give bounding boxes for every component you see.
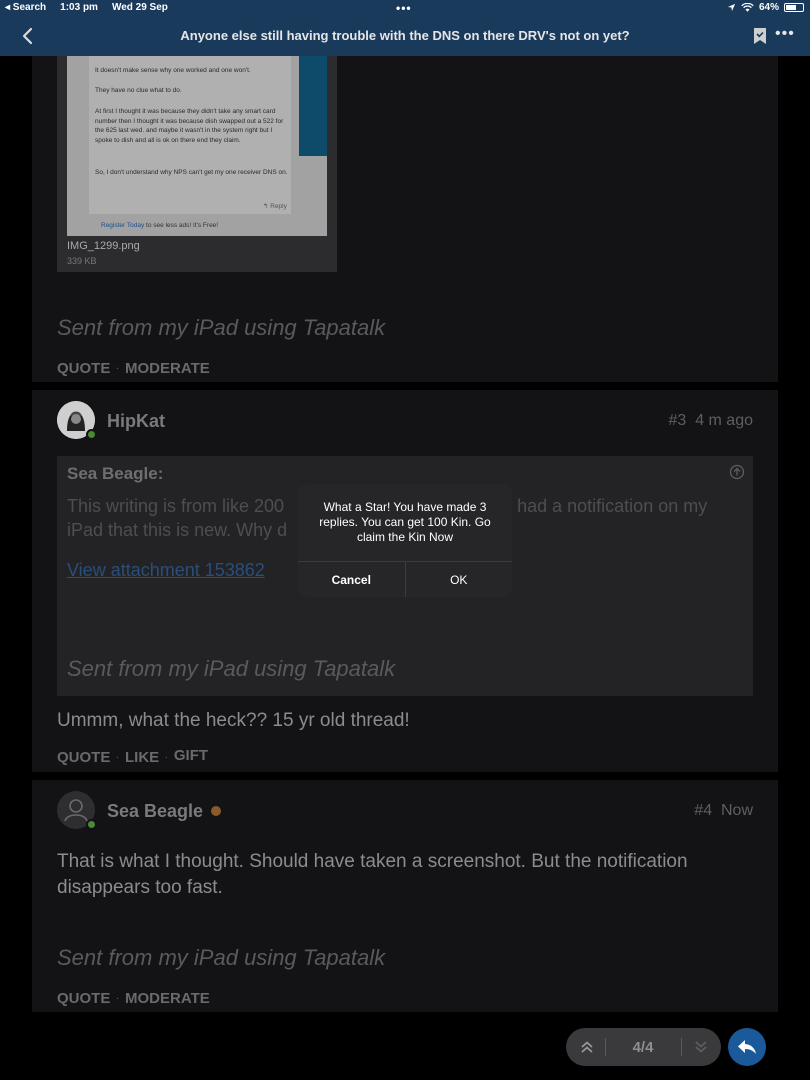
post-time: Now: [720, 802, 753, 819]
cancel-button[interactable]: Cancel: [298, 562, 406, 597]
dialog-buttons: Cancel OK: [298, 561, 512, 597]
quote-button[interactable]: QUOTE: [57, 990, 110, 1007]
status-date: Wed 29 Sep: [111, 2, 168, 13]
ok-button[interactable]: OK: [406, 562, 513, 597]
attachment-thumbnail[interactable]: It doesn't make sense why one worked and…: [67, 56, 327, 236]
kin-reward-dialog: What a Star! You have made 3 replies. Yo…: [298, 484, 512, 597]
post-meta: #4 Now: [694, 802, 753, 820]
attachment-filename: IMG_1299.png: [67, 240, 140, 252]
thread-title: Anyone else still having trouble with th…: [180, 28, 630, 43]
post-actions: QUOTE · MODERATE: [57, 360, 210, 377]
post-username[interactable]: HipKat: [107, 411, 165, 432]
back-chevron-icon[interactable]: [16, 24, 40, 48]
status-time: 1:03 pm: [60, 2, 98, 13]
quote-text-part: iPad that this is new. Why d: [67, 520, 288, 540]
page-count[interactable]: 4/4: [606, 1039, 680, 1056]
quote-author: Sea Beagle:: [67, 464, 164, 483]
screenshot-register-link: Register Today: [101, 222, 145, 229]
screenshot-sidebar: [299, 56, 327, 156]
nav-bar: Anyone else still having trouble with th…: [0, 18, 810, 56]
action-separator: ·: [165, 753, 168, 762]
reply-button[interactable]: [728, 1028, 766, 1066]
bookmark-check-icon[interactable]: [752, 27, 768, 45]
screenshot-register-text: to see less ads! It's Free!: [144, 222, 219, 229]
quote-text-part: This writing is from like 200: [67, 496, 285, 516]
last-page-icon[interactable]: [694, 1039, 708, 1055]
post-card-4: Sea Beagle #4 Now That is what I thought…: [32, 780, 778, 1012]
back-to-search-link[interactable]: ◂ Search: [5, 2, 46, 13]
post-number: #3: [668, 412, 687, 429]
post-username[interactable]: Sea Beagle: [107, 801, 203, 822]
post-card-2: It doesn't make sense why one worked and…: [32, 56, 778, 382]
moderate-button[interactable]: MODERATE: [125, 990, 210, 1007]
action-separator: ·: [116, 753, 120, 762]
post-time: 4 m ago: [695, 412, 753, 429]
screenshot-line: So, I don't understand why NPS can't get…: [95, 169, 288, 176]
quote-button[interactable]: QUOTE: [57, 360, 110, 377]
wifi-icon: [741, 2, 754, 12]
post-signature: Sent from my iPad using Tapatalk: [57, 945, 386, 970]
post-actions: QUOTE · MODERATE: [57, 990, 210, 1007]
pager-divider: [681, 1038, 682, 1056]
online-status-dot: [86, 819, 97, 830]
post-meta: #3 4 m ago: [669, 412, 754, 430]
user-badge-icon: [211, 806, 221, 816]
page-navigator: 4/4: [566, 1028, 721, 1066]
location-icon: [727, 3, 736, 12]
action-separator: ·: [116, 364, 120, 373]
battery-percent: 64%: [758, 2, 779, 13]
expand-quote-icon[interactable]: [729, 464, 745, 480]
multitasking-dots[interactable]: •••: [396, 1, 412, 15]
post-signature: Sent from my iPad using Tapatalk: [57, 315, 386, 340]
battery-icon: [784, 3, 804, 12]
screenshot-register-note: Register Today to see less ads! It's Fre…: [101, 222, 218, 229]
image-attachment[interactable]: It doesn't make sense why one worked and…: [57, 56, 337, 272]
screenshot-line: It doesn't make sense why one worked and…: [95, 67, 251, 74]
like-button[interactable]: LIKE: [125, 749, 159, 766]
post-actions: QUOTE · LIKE · GIFT: [57, 747, 208, 766]
quote-button[interactable]: QUOTE: [57, 749, 110, 766]
post-body: That is what I thought. Should have take…: [57, 851, 688, 898]
first-page-icon[interactable]: [580, 1039, 594, 1055]
gift-button[interactable]: GIFT: [174, 747, 208, 764]
attachment-link[interactable]: View attachment 153862: [67, 560, 265, 581]
moderate-button[interactable]: MODERATE: [125, 360, 210, 377]
post-body: Ummm, what the heck?? 15 yr old thread!: [57, 710, 410, 731]
reply-arrow-icon: [738, 1040, 756, 1054]
online-status-dot: [86, 429, 97, 440]
quote-signature: Sent from my iPad using Tapatalk: [67, 656, 396, 681]
action-separator: ·: [116, 994, 120, 1003]
more-options-icon[interactable]: •••: [775, 25, 795, 43]
quote-text-part: go had a notification on my: [492, 496, 708, 516]
screenshot-reply: ↰ Reply: [263, 203, 287, 210]
post-number: #4: [694, 802, 713, 819]
dialog-message: What a Star! You have made 3 replies. Yo…: [319, 500, 491, 544]
status-bar: ◂ Search 1:03 pm Wed 29 Sep ••• 64%: [0, 0, 810, 18]
attachment-filesize: 339 KB: [67, 256, 97, 266]
screenshot-line: They have no clue what to do.: [95, 87, 182, 94]
screenshot-line: At first I thought it was because they d…: [95, 108, 284, 144]
